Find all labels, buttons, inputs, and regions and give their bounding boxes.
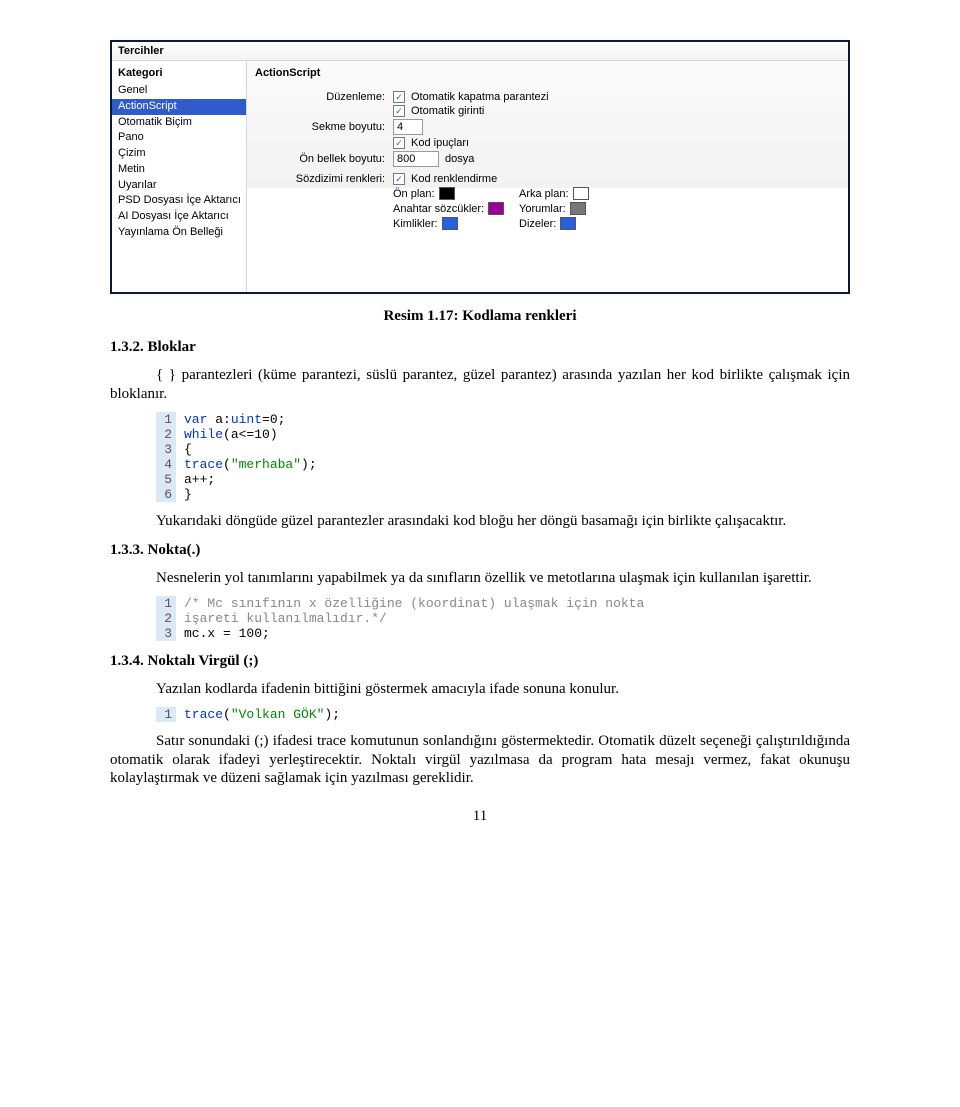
comments-swatch[interactable] — [570, 202, 586, 215]
category-item[interactable]: PSD Dosyası İçe Aktarıcı — [112, 193, 246, 209]
preferences-dialog: Tercihler Kategori GenelActionScriptOtom… — [110, 40, 850, 294]
tab-size-input[interactable] — [393, 119, 423, 135]
code-line: işareti kullanılmalıdır.*/ — [184, 611, 387, 626]
dialog-title: Tercihler — [112, 42, 848, 61]
paragraph: { } parantezleri (küme parantezi, süslü … — [110, 366, 850, 404]
category-list: Kategori GenelActionScriptOtomatik Biçim… — [112, 61, 247, 292]
line-number: 6 — [156, 487, 176, 502]
figure-caption: Resim 1.17: Kodlama renkleri — [110, 308, 850, 325]
auto-indent-checkbox[interactable] — [393, 105, 405, 117]
code-coloring-label: Kod renklendirme — [411, 173, 497, 185]
keywords-swatch[interactable] — [488, 202, 504, 215]
editing-label: Düzenleme: — [255, 91, 393, 103]
paragraph: Yazılan kodlarda ifadenin bittiğini göst… — [110, 680, 850, 699]
category-item[interactable]: Metin — [112, 162, 246, 178]
paragraph: Nesnelerin yol tanımlarını yapabilmek ya… — [110, 569, 850, 588]
page-number: 11 — [110, 808, 850, 825]
cache-unit-label: dosya — [445, 153, 474, 165]
category-item[interactable]: Yayınlama Ön Belleği — [112, 225, 246, 241]
bg-swatch[interactable] — [573, 187, 589, 200]
category-item[interactable]: Otomatik Biçim — [112, 115, 246, 131]
code-line: /* Mc sınıfının x özelliğine (koordinat)… — [184, 596, 644, 611]
code-line: mc.x = 100; — [184, 626, 270, 641]
code-line: trace("Volkan GÖK"); — [184, 707, 340, 722]
line-number: 2 — [156, 427, 176, 442]
code-line: var a:uint=0; — [184, 412, 285, 427]
identifiers-swatch[interactable] — [442, 217, 458, 230]
line-number: 1 — [156, 596, 176, 611]
code-line: } — [184, 487, 192, 502]
line-number: 1 — [156, 412, 176, 427]
paragraph: Yukarıdaki döngüde güzel parantezler ara… — [110, 512, 850, 531]
heading-1-3-3: 1.3.3. Nokta(.) — [110, 542, 850, 559]
keywords-label: Anahtar sözcükler: — [393, 203, 484, 215]
settings-panel: ActionScript Düzenleme: Otomatik kapatma… — [247, 61, 848, 292]
code-line: trace("merhaba"); — [184, 457, 317, 472]
strings-swatch[interactable] — [560, 217, 576, 230]
tab-size-label: Sekme boyutu: — [255, 121, 393, 133]
code-coloring-checkbox[interactable] — [393, 173, 405, 185]
category-item[interactable]: AI Dosyası İçe Aktarıcı — [112, 209, 246, 225]
syntax-colors-label: Sözdizimi renkleri: — [255, 173, 393, 185]
bg-label: Arka plan: — [519, 188, 569, 200]
paragraph: Satır sonundaki (;) ifadesi trace komutu… — [110, 732, 850, 788]
heading-1-3-2: 1.3.2. Bloklar — [110, 339, 850, 356]
comments-label: Yorumlar: — [519, 203, 566, 215]
auto-close-paren-label: Otomatik kapatma parantezi — [411, 91, 549, 103]
line-number: 5 — [156, 472, 176, 487]
line-number: 3 — [156, 442, 176, 457]
fg-label: Ön plan: — [393, 188, 435, 200]
code-line: { — [184, 442, 192, 457]
code-hints-checkbox[interactable] — [393, 137, 405, 149]
fg-swatch[interactable] — [439, 187, 455, 200]
strings-label: Dizeler: — [519, 218, 556, 230]
line-number: 4 — [156, 457, 176, 472]
auto-close-paren-checkbox[interactable] — [393, 91, 405, 103]
cache-size-label: Ön bellek boyutu: — [255, 153, 393, 165]
code-block: 1 trace("Volkan GÖK"); — [156, 707, 850, 722]
category-item[interactable]: Çizim — [112, 146, 246, 162]
category-header: Kategori — [112, 65, 246, 83]
cache-size-input[interactable] — [393, 151, 439, 167]
category-item[interactable]: ActionScript — [112, 99, 246, 115]
auto-indent-label: Otomatik girinti — [411, 105, 484, 117]
line-number: 3 — [156, 626, 176, 641]
category-item[interactable]: Uyarılar — [112, 178, 246, 194]
heading-1-3-4: 1.3.4. Noktalı Virgül (;) — [110, 653, 850, 670]
code-line: while(a<=10) — [184, 427, 278, 442]
category-item[interactable]: Pano — [112, 130, 246, 146]
code-hints-label: Kod ipuçları — [411, 137, 469, 149]
panel-header: ActionScript — [255, 65, 840, 89]
line-number: 2 — [156, 611, 176, 626]
line-number: 1 — [156, 707, 176, 722]
category-item[interactable]: Genel — [112, 83, 246, 99]
code-line: a++; — [184, 472, 215, 487]
code-block: 1 var a:uint=0; 2 while(a<=10) 3 {4 trace("mer… — [156, 412, 850, 502]
code-block: 1 /* Mc sınıfının x özelliğine (koordinat… — [156, 596, 850, 641]
identifiers-label: Kimlikler: — [393, 218, 438, 230]
